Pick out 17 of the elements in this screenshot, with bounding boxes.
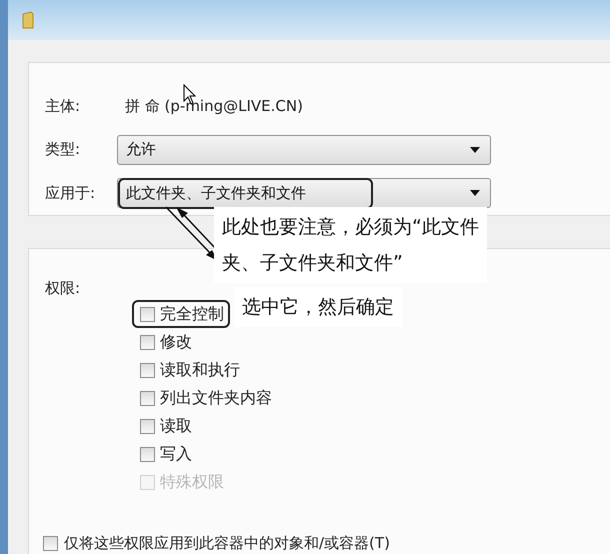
permissions-label: 权限:: [45, 279, 82, 298]
permission-checkbox[interactable]: 读取: [132, 412, 198, 440]
permission-checkbox[interactable]: 列出文件夹内容: [132, 384, 278, 412]
apply-only-checkbox[interactable]: 仅将这些权限应用到此容器中的对象和/或容器(T): [43, 534, 610, 553]
permission-checkbox[interactable]: 修改: [132, 328, 198, 356]
principal-name: 拼 命 (p-ming@LIVE.CN): [124, 97, 304, 116]
annotation-text: 夹、子文件夹和文件”: [222, 251, 404, 276]
type-dropdown[interactable]: 允许: [117, 134, 491, 165]
permission-checkbox[interactable]: 完全控制: [132, 300, 230, 328]
annotation-text: 此处也要注意，必须为“此文件: [222, 215, 479, 240]
apply-to-dropdown[interactable]: 此文件夹、子文件夹和文件: [117, 178, 491, 208]
field-label: 主体:: [45, 97, 82, 116]
permission-checkbox[interactable]: 写入: [132, 440, 198, 468]
annotation-text: 选中它，然后确定: [242, 295, 394, 320]
field-label: 应用于:: [45, 184, 96, 203]
field-label: 类型:: [45, 140, 82, 160]
permission-checkbox[interactable]: 读取和执行: [132, 356, 246, 384]
